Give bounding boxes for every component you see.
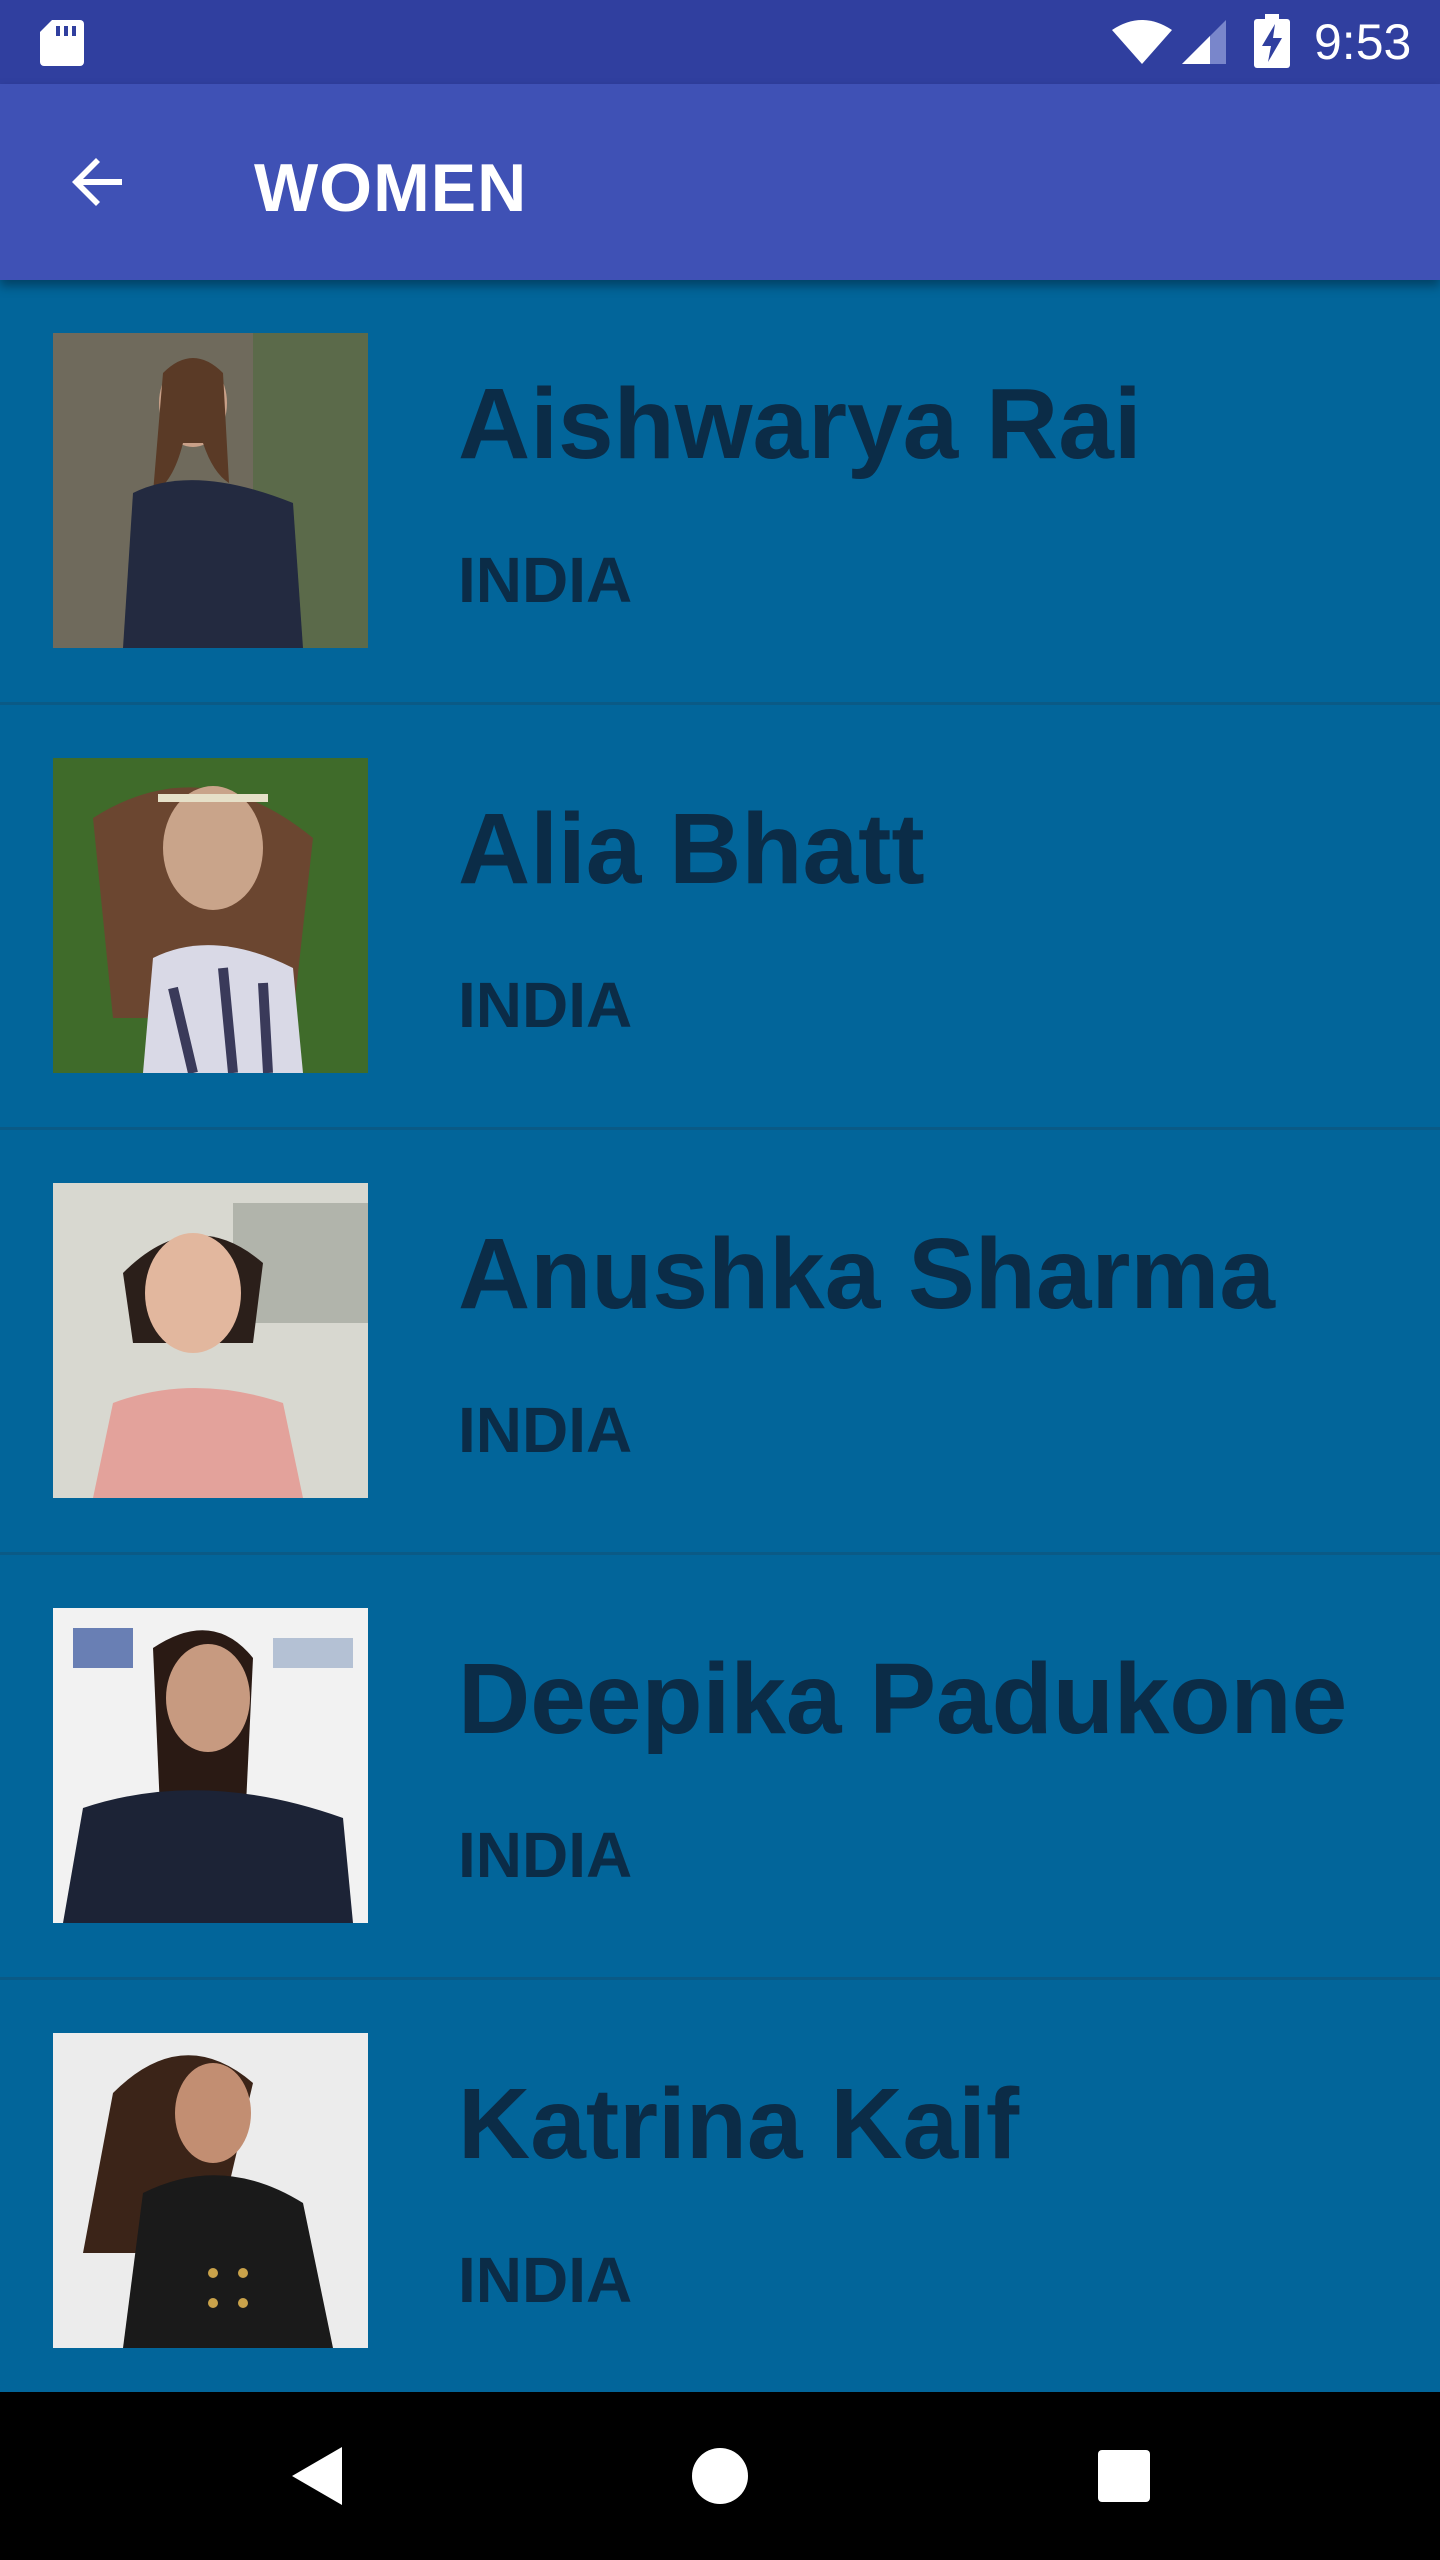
- list-item[interactable]: Deepika Padukone INDIA: [0, 1555, 1440, 1980]
- navigation-bar: [0, 2392, 1440, 2560]
- photo-figure: [93, 1388, 303, 1498]
- celebrity-country: INDIA: [458, 1819, 633, 1891]
- celebrity-photo: [53, 333, 368, 648]
- celebrity-name: Alia Bhatt: [458, 793, 925, 905]
- status-bar: 9:53: [0, 0, 1440, 84]
- celebrity-country: INDIA: [458, 969, 633, 1041]
- photo-figure: [163, 786, 263, 910]
- photo-figure: [63, 1790, 353, 1923]
- back-button[interactable]: [50, 134, 146, 230]
- nav-back-button[interactable]: [266, 2426, 366, 2526]
- battery-charging-icon: [1254, 14, 1290, 68]
- celebrity-photo: [53, 1608, 368, 1923]
- celebrity-country: INDIA: [458, 1394, 633, 1466]
- status-clock: 9:53: [1314, 14, 1412, 70]
- page-title: WOMEN: [254, 150, 528, 226]
- list-item[interactable]: Anushka Sharma INDIA: [0, 1130, 1440, 1555]
- wifi-icon: [1112, 20, 1172, 64]
- nav-recents-button[interactable]: [1074, 2426, 1174, 2526]
- photo-figure: [123, 480, 303, 648]
- celebrity-country: INDIA: [458, 544, 633, 616]
- app-bar: WOMEN: [0, 84, 1440, 280]
- list-item[interactable]: Alia Bhatt INDIA: [0, 705, 1440, 1130]
- celebrity-list: Aishwarya Rai INDIA Alia Bhatt INDIA Anu…: [0, 280, 1440, 2405]
- home-circle-icon: [692, 2448, 748, 2504]
- celebrity-name: Aishwarya Rai: [458, 368, 1142, 480]
- celebrity-name: Deepika Padukone: [458, 1643, 1348, 1755]
- celebrity-country: INDIA: [458, 2244, 633, 2316]
- list-item[interactable]: Katrina Kaif INDIA: [0, 1980, 1440, 2405]
- list-item[interactable]: Aishwarya Rai INDIA: [0, 280, 1440, 705]
- back-triangle-icon: [292, 2447, 342, 2505]
- celebrity-photo: [53, 2033, 368, 2348]
- celebrity-name: Anushka Sharma: [458, 1218, 1275, 1330]
- arrow-left-icon: [72, 158, 122, 206]
- recents-square-icon: [1098, 2450, 1150, 2502]
- celebrity-name: Katrina Kaif: [458, 2068, 1020, 2180]
- nav-home-button[interactable]: [670, 2426, 770, 2526]
- celebrity-photo: [53, 758, 368, 1073]
- cell-signal-icon: [1182, 20, 1226, 64]
- celebrity-photo: [53, 1183, 368, 1498]
- sd-card-icon: [40, 20, 84, 66]
